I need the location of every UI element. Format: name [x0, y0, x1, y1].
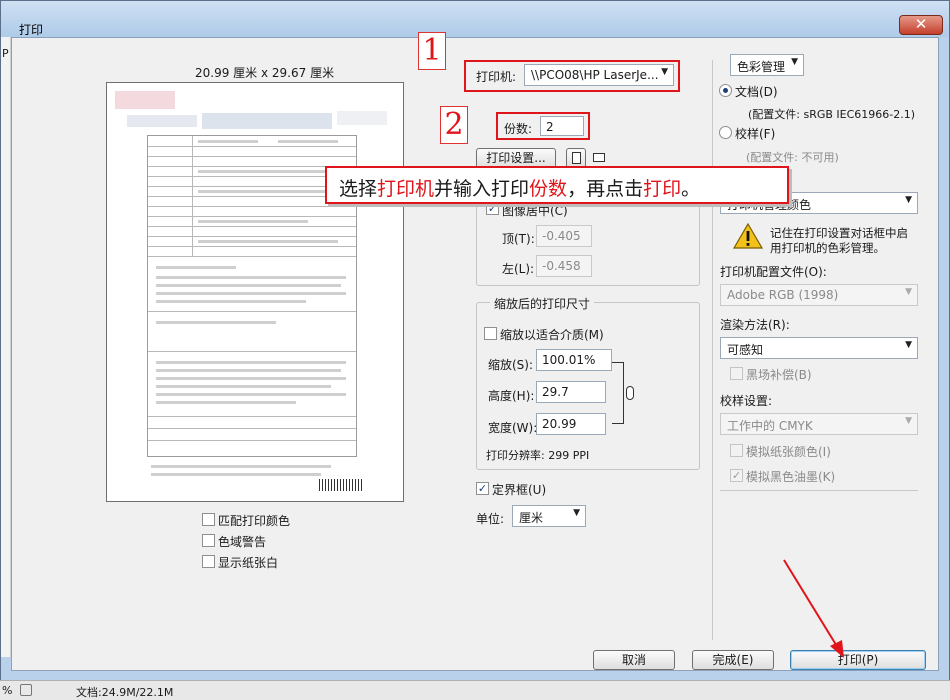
done-button[interactable]: 完成(E) [692, 650, 774, 670]
width-input[interactable]: 20.99 [536, 413, 606, 435]
callout-highlight-print: 打印 [643, 178, 682, 200]
step-2-marker: 2 [440, 106, 468, 144]
landscape-page-icon [593, 153, 605, 162]
bounding-box-label: 定界框(U) [492, 483, 547, 497]
callout-highlight-copies: 份数 [529, 178, 568, 200]
color-mode-select[interactable]: 色彩管理 ▼ [730, 54, 804, 76]
gamut-warning-checkbox[interactable] [202, 534, 215, 547]
blurred-header-block [127, 115, 197, 127]
step-1-marker: 1 [418, 32, 446, 70]
portrait-page-icon [571, 152, 581, 164]
chevron-down-icon: ▼ [905, 287, 912, 297]
chevron-down-icon: ▼ [905, 195, 912, 205]
paper-size-label: 20.99 厘米 x 29.67 厘米 [195, 66, 335, 80]
barcode [319, 479, 363, 491]
proof-setup-value: 工作中的 CMYK [727, 419, 813, 433]
zoom-readout: % [2, 684, 13, 697]
instruction-callout: 选择打印机并输入打印份数，再点击打印。 [325, 166, 789, 204]
background-app-edge: P [1, 37, 11, 657]
simulate-paper-color-label: 模拟纸张颜色(I) [746, 445, 831, 459]
left-input[interactable]: -0.458 [536, 255, 592, 277]
rendering-intent-value: 可感知 [727, 343, 764, 357]
scale-label: 缩放(S): [488, 358, 534, 372]
proof-radio-label: 校样(F) [735, 127, 776, 141]
chevron-down-icon: ▼ [791, 57, 798, 67]
height-input[interactable]: 29.7 [536, 381, 606, 403]
show-paper-white-label: 显示纸张白 [218, 556, 279, 570]
printer-select[interactable]: \\PCO08\HP LaserJe... ▼ [524, 64, 674, 86]
scaled-size-group-title: 缩放后的打印尺寸 [490, 295, 595, 312]
show-paper-white-checkbox[interactable] [202, 555, 215, 568]
chevron-down-icon: ▼ [905, 416, 912, 426]
proof-setup-select[interactable]: 工作中的 CMYK ▼ [720, 413, 918, 435]
document-profile-text: (配置文件: sRGB IEC61966-2.1) [748, 108, 916, 121]
print-preview-page [106, 82, 404, 502]
document-radio-label: 文档(D) [735, 85, 778, 99]
title-bar[interactable]: 打印 ✕ [1, 1, 949, 37]
width-label: 宽度(W): [488, 421, 538, 435]
rendering-intent-select[interactable]: 可感知 ▼ [720, 337, 918, 359]
printer-profile-label: 打印机配置文件(O): [720, 265, 827, 279]
rendering-intent-label: 渲染方法(R): [720, 318, 790, 332]
callout-highlight-printer: 打印机 [377, 178, 435, 200]
printer-label: 打印机: [476, 70, 517, 84]
close-button[interactable]: ✕ [899, 15, 943, 35]
fit-media-label: 缩放以适合介质(M) [500, 328, 604, 342]
printer-profile-value: Adobe RGB (1998) [727, 288, 839, 302]
color-mode-value: 色彩管理 [737, 60, 786, 74]
black-point-compensation-checkbox[interactable] [730, 367, 743, 380]
warning-icon [732, 222, 764, 249]
chevron-down-icon: ▼ [905, 340, 912, 350]
left-label: 左(L): [502, 262, 535, 276]
proof-setup-label: 校样设置: [720, 394, 773, 408]
center-image-label: 图像居中(C) [502, 204, 568, 218]
unit-value: 厘米 [519, 511, 544, 525]
printer-value: \\PCO08\HP LaserJe... [531, 68, 659, 82]
unit-label: 单位: [476, 512, 505, 526]
color-section-divider [720, 490, 918, 491]
document-size-readout: 文档:24.9M/22.1M [76, 686, 174, 699]
scale-input[interactable]: 100.01% [536, 349, 612, 371]
callout-text-1: 选择 [339, 178, 378, 200]
copies-label: 份数: [504, 122, 533, 136]
status-menu-icon[interactable] [20, 684, 32, 696]
fit-media-checkbox[interactable] [484, 327, 497, 340]
proof-radio[interactable] [719, 126, 732, 139]
cancel-button[interactable]: 取消 [593, 650, 675, 670]
print-resolution: 打印分辨率: 299 PPI [486, 449, 590, 462]
top-label: 顶(T): [502, 232, 535, 246]
copies-input[interactable]: 2 [540, 116, 584, 136]
proof-profile-text: (配置文件: 不可用) [746, 151, 839, 164]
match-print-colors-checkbox[interactable] [202, 513, 215, 526]
link-icon[interactable] [626, 386, 634, 400]
window-title: 打印 [19, 23, 44, 37]
top-input[interactable]: -0.405 [536, 225, 592, 247]
chevron-down-icon: ▼ [661, 67, 668, 77]
simulate-black-ink-checkbox[interactable]: ✓ [730, 469, 743, 482]
color-warning-text: 记住在打印设置对话框中启用打印机的色彩管理。 [770, 226, 908, 255]
constrain-proportions-bracket [612, 362, 624, 424]
unit-select[interactable]: 厘米 ▼ [512, 505, 586, 527]
blurred-header-block [202, 113, 332, 129]
print-button[interactable]: 打印(P) [790, 650, 926, 670]
black-point-compensation-label: 黑场补偿(B) [746, 368, 812, 382]
blurred-header-block [115, 91, 175, 109]
callout-text-4: 。 [681, 178, 701, 200]
height-label: 高度(H): [488, 389, 535, 403]
callout-text-2: 并输入打印 [434, 178, 530, 200]
callout-text-3: ，再点击 [567, 178, 644, 200]
document-radio[interactable] [719, 84, 732, 97]
printer-profile-select[interactable]: Adobe RGB (1998) ▼ [720, 284, 918, 306]
bounding-box-checkbox[interactable]: ✓ [476, 482, 489, 495]
column-divider [712, 60, 713, 640]
chevron-down-icon: ▼ [573, 508, 580, 518]
simulate-paper-color-checkbox[interactable] [730, 444, 743, 457]
edge-letter: P [2, 47, 9, 60]
blurred-header-block [337, 111, 387, 125]
status-bar: % 文档:24.9M/22.1M [0, 680, 950, 700]
simulate-black-ink-label: 模拟黑色油墨(K) [746, 470, 836, 484]
gamut-warning-label: 色域警告 [218, 535, 267, 549]
match-print-colors-label: 匹配打印颜色 [218, 514, 291, 528]
